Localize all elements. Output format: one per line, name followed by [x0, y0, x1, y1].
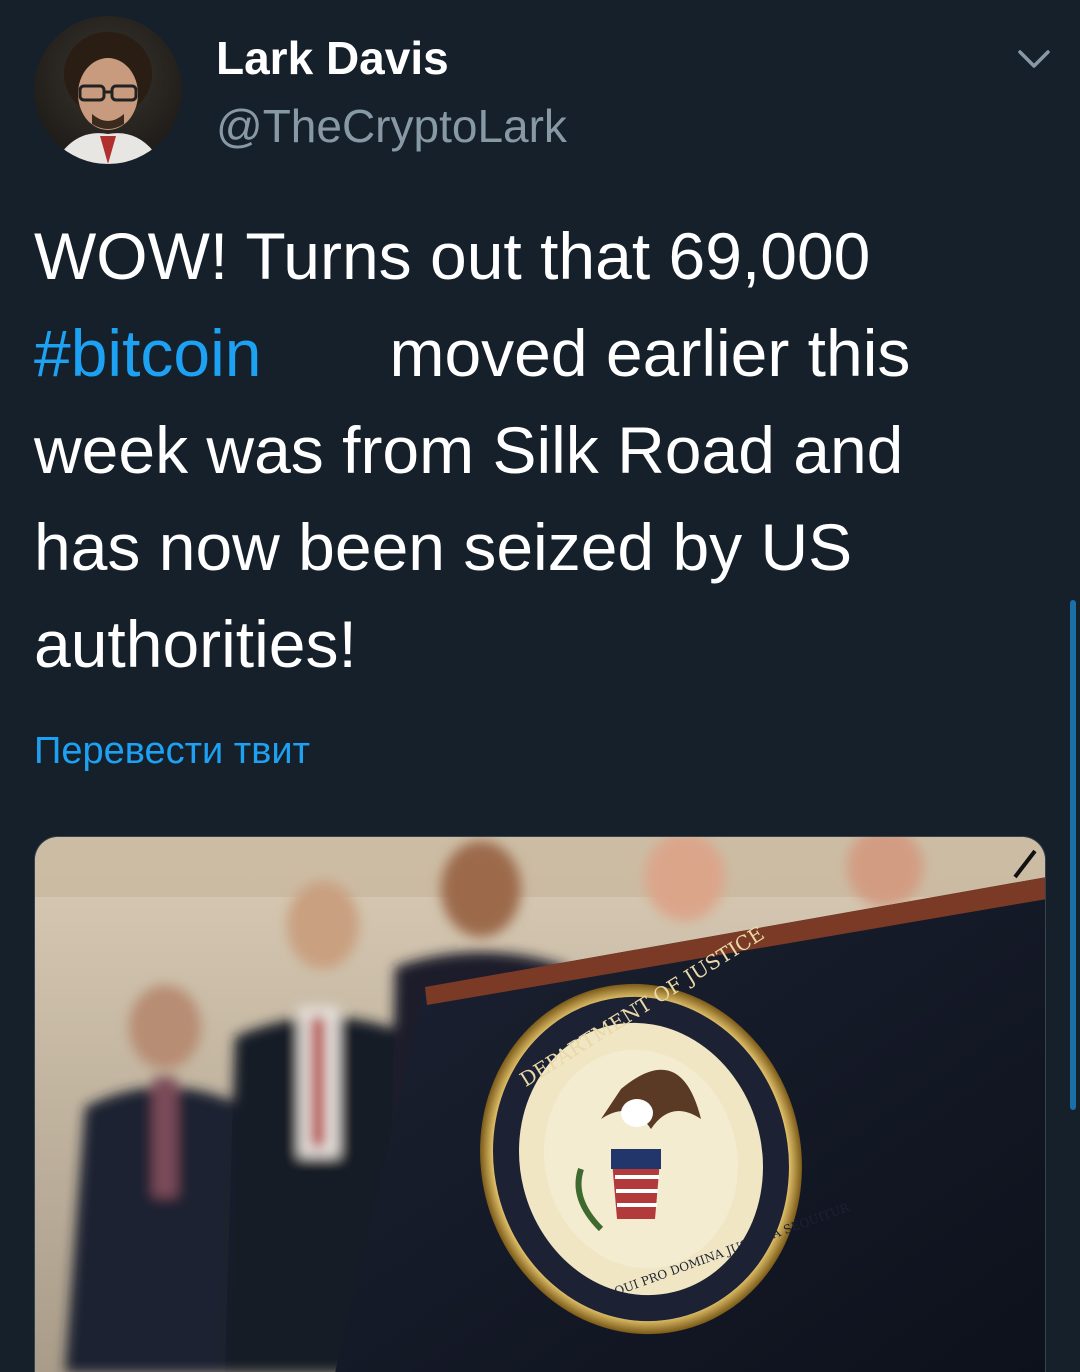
tweet-text-line: #bitcoin moved earlier this — [34, 305, 1054, 402]
hashtag-link[interactable]: #bitcoin — [34, 316, 262, 390]
scrollbar[interactable] — [1070, 600, 1076, 1110]
author-display-name[interactable]: Lark Davis — [216, 30, 449, 86]
tweet-text-line: has now been seized by US — [34, 510, 853, 584]
tweet-text: WOW! Turns out that 69,000 #bitcoin moved… — [34, 208, 1054, 693]
author-handle[interactable]: @TheCryptoLark — [216, 98, 567, 154]
tweet-text-line: WOW! Turns out that 69,000 — [34, 219, 871, 293]
tweet-text-fragment: moved earlier this — [389, 316, 911, 390]
tweet-media-image[interactable]: DEPARTMENT OF JUSTICE QUI PRO DOMINA JUS… — [34, 836, 1046, 1372]
chevron-down-icon[interactable] — [1014, 42, 1054, 74]
author-avatar[interactable] — [34, 16, 182, 164]
tweet-text-line: week was from Silk Road and — [34, 413, 904, 487]
user-avatar-icon — [34, 16, 182, 164]
translate-tweet-link[interactable]: Перевести твит — [34, 728, 310, 774]
tweet-text-line: authorities! — [34, 607, 357, 681]
press-conference-photo-icon: DEPARTMENT OF JUSTICE QUI PRO DOMINA JUS… — [35, 837, 1045, 1372]
